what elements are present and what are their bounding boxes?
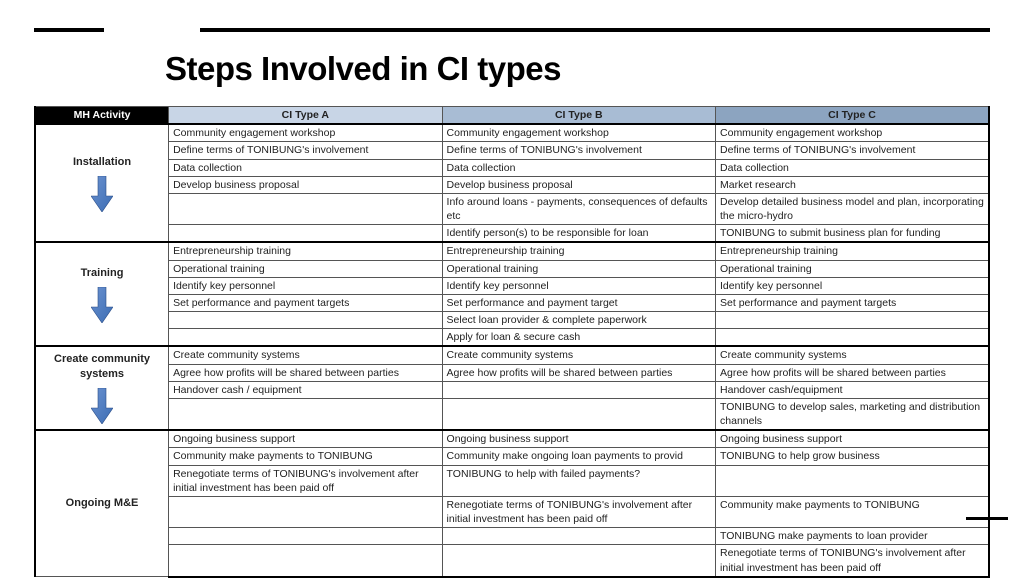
phase-label: Ongoing M&E — [35, 430, 169, 577]
cell: Info around loans - payments, consequenc… — [442, 193, 715, 224]
cell — [442, 398, 715, 430]
cell: Community make payments to TONIBUNG — [716, 496, 989, 527]
cell: Renegotiate terms of TONIBUNG's involvem… — [716, 545, 989, 577]
cell: Community engagement workshop — [716, 124, 989, 142]
cell: Identify key personnel — [169, 277, 442, 294]
cell: Ongoing business support — [442, 430, 715, 448]
cell: Identify key personnel — [716, 277, 989, 294]
page-title: Steps Involved in CI types — [165, 50, 561, 88]
cell: TONIBUNG to help with failed payments? — [442, 465, 715, 496]
cell — [169, 545, 442, 577]
cell: Market research — [716, 176, 989, 193]
cell — [716, 329, 989, 347]
footer-accent — [966, 517, 1008, 520]
ci-types-table: MH Activity CI Type A CI Type B CI Type … — [34, 106, 990, 578]
cell: Data collection — [442, 159, 715, 176]
cell — [169, 225, 442, 243]
cell — [169, 528, 442, 545]
cell: TONIBUNG to develop sales, marketing and… — [716, 398, 989, 430]
phase-label: Create community systems — [35, 346, 169, 430]
cell: Operational training — [442, 260, 715, 277]
cell: Handover cash / equipment — [169, 381, 442, 398]
phase-label-text: Training — [81, 266, 124, 281]
phase-label: Installation — [35, 124, 169, 242]
cell: Set performance and payment targets — [169, 294, 442, 311]
col-header-ci-type-c: CI Type C — [716, 107, 989, 125]
cell: Identify key personnel — [442, 277, 715, 294]
cell: Entrepreneurship training — [716, 242, 989, 260]
arrow-down-icon — [91, 287, 113, 323]
cell: Agree how profits will be shared between… — [169, 364, 442, 381]
cell — [169, 312, 442, 329]
cell: Community engagement workshop — [169, 124, 442, 142]
cell — [716, 312, 989, 329]
cell: Community make payments to TONIBUNG — [169, 448, 442, 465]
cell: Define terms of TONIBUNG's involvement — [716, 142, 989, 159]
header-accent-long — [200, 28, 990, 32]
cell: Renegotiate terms of TONIBUNG's involvem… — [442, 496, 715, 527]
cell — [716, 465, 989, 496]
cell — [442, 545, 715, 577]
cell — [169, 398, 442, 430]
cell: Develop business proposal — [442, 176, 715, 193]
arrow-down-icon — [91, 388, 113, 424]
cell: Ongoing business support — [169, 430, 442, 448]
phase-label: Training — [35, 242, 169, 346]
cell: Ongoing business support — [716, 430, 989, 448]
phase-label-text: Installation — [73, 155, 131, 170]
cell: Agree how profits will be shared between… — [442, 364, 715, 381]
cell — [169, 329, 442, 347]
cell: TONIBUNG make payments to loan provider — [716, 528, 989, 545]
cell — [169, 496, 442, 527]
cell: Community engagement workshop — [442, 124, 715, 142]
cell: Handover cash/equipment — [716, 381, 989, 398]
header-accent-short — [34, 28, 104, 32]
col-header-ci-type-a: CI Type A — [169, 107, 442, 125]
cell: Develop business proposal — [169, 176, 442, 193]
cell: Community make ongoing loan payments to … — [442, 448, 715, 465]
cell: Create community systems — [169, 346, 442, 364]
ci-types-table-wrap: MH Activity CI Type A CI Type B CI Type … — [34, 106, 990, 578]
cell: Identify person(s) to be responsible for… — [442, 225, 715, 243]
cell: Define terms of TONIBUNG's involvement — [169, 142, 442, 159]
cell: Data collection — [716, 159, 989, 176]
cell: TONIBUNG to submit business plan for fun… — [716, 225, 989, 243]
cell: Select loan provider & complete paperwor… — [442, 312, 715, 329]
cell — [169, 193, 442, 224]
col-header-mh-activity: MH Activity — [35, 107, 169, 125]
cell: Set performance and payment target — [442, 294, 715, 311]
cell: Create community systems — [442, 346, 715, 364]
cell: Data collection — [169, 159, 442, 176]
cell: Operational training — [169, 260, 442, 277]
cell: Set performance and payment targets — [716, 294, 989, 311]
arrow-down-icon — [91, 176, 113, 212]
phase-label-text: Create community systems — [40, 352, 164, 382]
cell: Apply for loan & secure cash — [442, 329, 715, 347]
phase-label-text: Ongoing M&E — [66, 496, 139, 511]
cell — [442, 528, 715, 545]
cell: TONIBUNG to help grow business — [716, 448, 989, 465]
cell: Develop detailed business model and plan… — [716, 193, 989, 224]
cell: Define terms of TONIBUNG's involvement — [442, 142, 715, 159]
col-header-ci-type-b: CI Type B — [442, 107, 715, 125]
cell — [442, 381, 715, 398]
cell: Create community systems — [716, 346, 989, 364]
cell: Entrepreneurship training — [169, 242, 442, 260]
cell: Entrepreneurship training — [442, 242, 715, 260]
cell: Renegotiate terms of TONIBUNG's involvem… — [169, 465, 442, 496]
cell: Agree how profits will be shared between… — [716, 364, 989, 381]
cell: Operational training — [716, 260, 989, 277]
